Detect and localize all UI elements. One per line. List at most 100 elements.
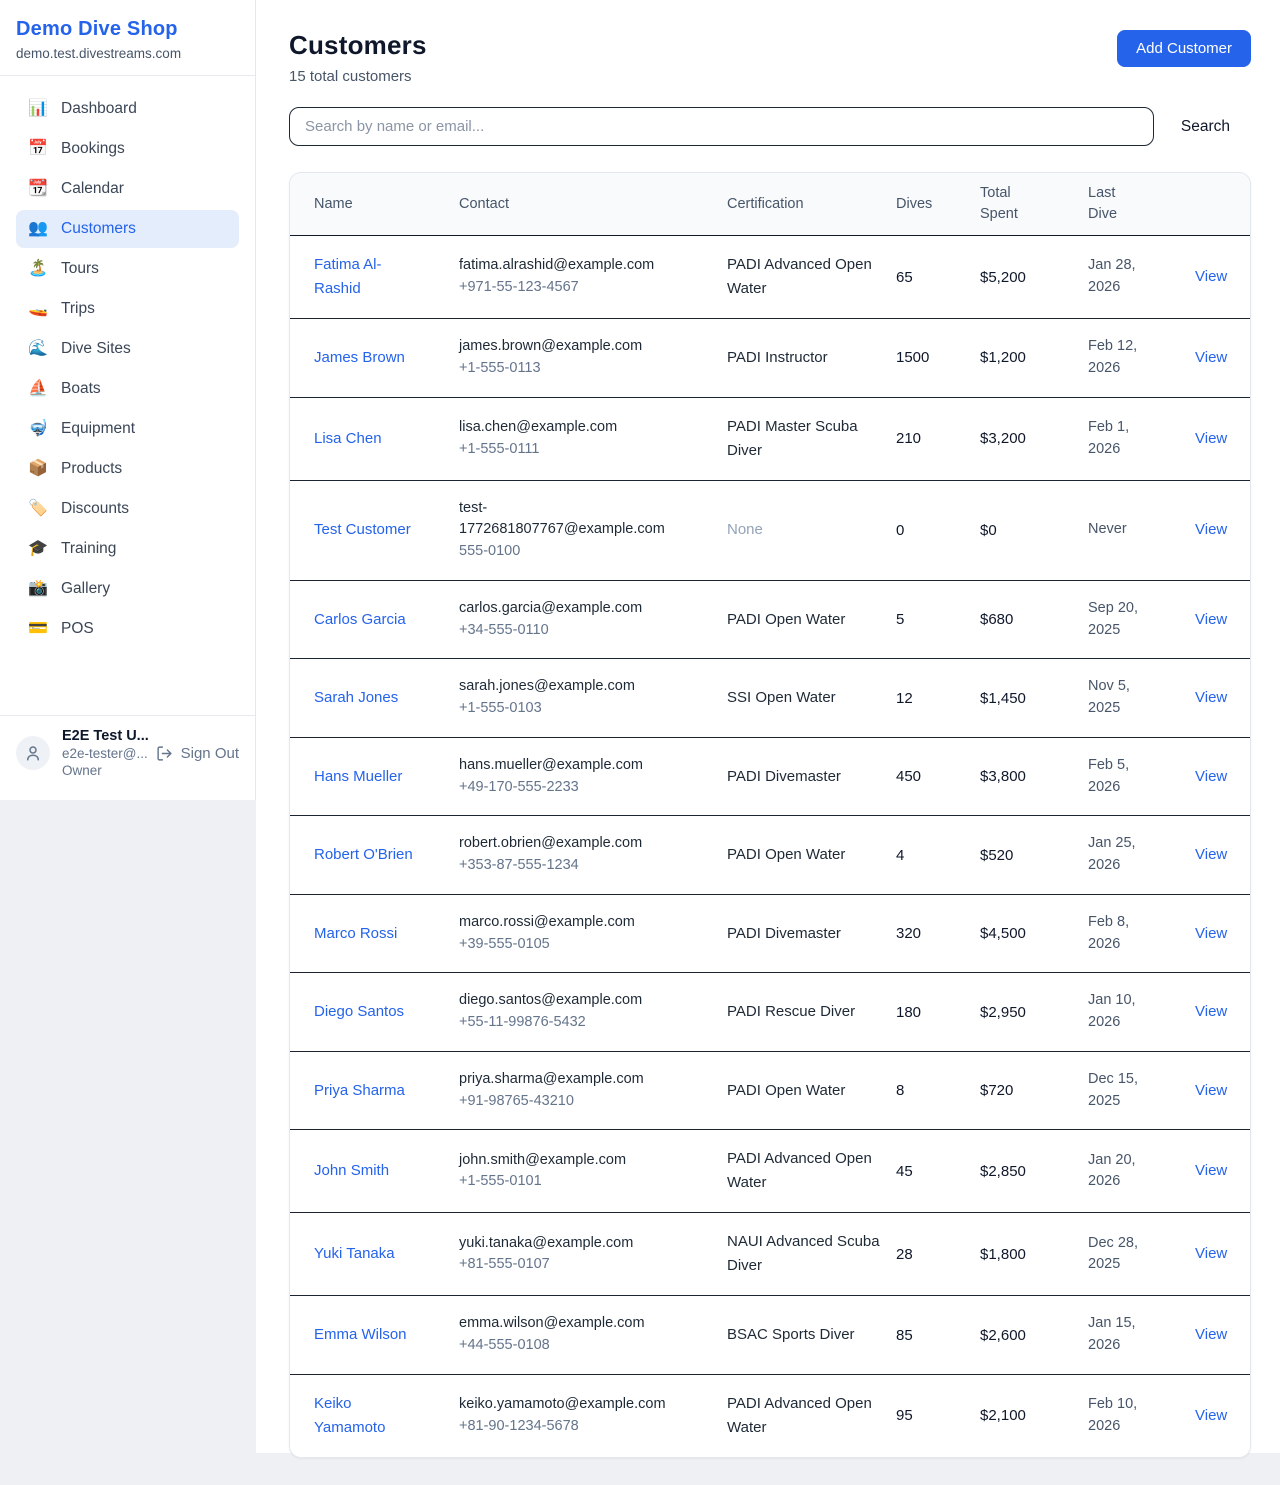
sidebar-item-discounts[interactable]: 🏷️Discounts [16, 490, 239, 528]
customer-contact-cell: marco.rossi@example.com+39-555-0105 [459, 895, 727, 973]
training-icon: 🎓 [28, 541, 48, 557]
customer-contact-cell: sarah.jones@example.com+1-555-0103 [459, 659, 727, 737]
customer-name-link[interactable]: Sarah Jones [314, 686, 398, 710]
view-link[interactable]: View [1195, 1245, 1227, 1262]
sidebar-item-customers[interactable]: 👥Customers [16, 210, 239, 248]
sidebar-item-label: Tours [61, 260, 99, 278]
customer-contact-cell: keiko.yamamoto@example.com+81-90-1234-56… [459, 1377, 727, 1455]
customer-name-cell: Robert O'Brien [314, 826, 459, 884]
customer-actions-cell: View [1195, 1390, 1226, 1442]
table-row: Marco Rossi marco.rossi@example.com+39-55… [290, 895, 1250, 974]
customer-last-dive: Nov 5, 2025 [1088, 659, 1195, 737]
view-link[interactable]: View [1195, 430, 1227, 447]
customer-name-cell: Emma Wilson [314, 1306, 459, 1364]
sidebar-item-gallery[interactable]: 📸Gallery [16, 570, 239, 608]
customer-name-link[interactable]: Yuki Tanaka [314, 1242, 395, 1266]
customer-name-link[interactable]: Fatima Al-Rashid [314, 253, 414, 301]
customer-email: james.brown@example.com [459, 336, 679, 358]
sidebar-item-label: Dive Sites [61, 340, 131, 358]
sidebar-item-label: Dashboard [61, 100, 137, 118]
sidebar-item-tours[interactable]: 🏝️Tours [16, 250, 239, 288]
customer-email: yuki.tanaka@example.com [459, 1233, 679, 1255]
customer-last-dive: Jan 28, 2026 [1088, 238, 1195, 316]
table-row: Fatima Al-Rashid fatima.alrashid@example.… [290, 236, 1250, 319]
customer-certification: PADI Divemaster [727, 905, 896, 963]
customer-total-spent: $2,850 [980, 1146, 1088, 1197]
customer-total-spent: $5,200 [980, 252, 1088, 303]
customer-phone: +39-555-0105 [459, 934, 679, 956]
customer-email: fatima.alrashid@example.com [459, 255, 679, 277]
view-link[interactable]: View [1195, 1162, 1227, 1179]
user-name: E2E Test U... [62, 728, 144, 744]
customer-phone: +44-555-0108 [459, 1335, 679, 1357]
customer-name-link[interactable]: Diego Santos [314, 1000, 404, 1024]
customer-dives: 45 [896, 1146, 980, 1197]
customer-contact-cell: test-1772681807767@example.com555-0100 [459, 481, 727, 580]
customer-name-link[interactable]: Keiko Yamamoto [314, 1392, 414, 1440]
customer-phone: +49-170-555-2233 [459, 777, 679, 799]
view-link[interactable]: View [1195, 846, 1227, 863]
customer-name-link[interactable]: James Brown [314, 346, 405, 370]
table-row: Test Customer test-1772681807767@example.… [290, 481, 1250, 581]
sidebar-item-trips[interactable]: 🚤Trips [16, 290, 239, 328]
customer-email: robert.obrien@example.com [459, 833, 679, 855]
sidebar-item-calendar[interactable]: 📆Calendar [16, 170, 239, 208]
customer-phone: +971-55-123-4567 [459, 277, 679, 299]
customer-phone: +34-555-0110 [459, 620, 679, 642]
view-link[interactable]: View [1195, 349, 1227, 366]
customer-name-link[interactable]: Test Customer [314, 518, 411, 542]
sidebar-item-equipment[interactable]: 🤿Equipment [16, 410, 239, 448]
view-link[interactable]: View [1195, 925, 1227, 942]
sidebar-item-bookings[interactable]: 📅Bookings [16, 130, 239, 168]
sidebar-item-dive-sites[interactable]: 🌊Dive Sites [16, 330, 239, 368]
customer-name-cell: Test Customer [314, 501, 459, 559]
customer-email: carlos.garcia@example.com [459, 598, 679, 620]
column-header-certification: Certification [727, 184, 896, 225]
brand: Demo Dive Shop demo.test.divestreams.com [0, 0, 255, 76]
customer-total-spent: $3,800 [980, 751, 1088, 802]
view-link[interactable]: View [1195, 768, 1227, 785]
search-input[interactable] [289, 107, 1154, 146]
customer-name-link[interactable]: Emma Wilson [314, 1323, 407, 1347]
sidebar-item-dashboard[interactable]: 📊Dashboard [16, 90, 239, 128]
customer-name-link[interactable]: Robert O'Brien [314, 843, 413, 867]
add-customer-button[interactable]: Add Customer [1117, 30, 1251, 67]
customers-icon: 👥 [28, 221, 48, 237]
customer-dives: 65 [896, 252, 980, 303]
view-link[interactable]: View [1195, 521, 1227, 538]
view-link[interactable]: View [1195, 1003, 1227, 1020]
sidebar-item-pos[interactable]: 💳POS [16, 610, 239, 648]
customer-name-link[interactable]: Lisa Chen [314, 427, 382, 451]
view-link[interactable]: View [1195, 1082, 1227, 1099]
table-header-row: Name Contact Certification Dives Total S… [290, 173, 1250, 236]
sidebar-item-label: Discounts [61, 500, 129, 518]
customer-actions-cell: View [1195, 251, 1226, 303]
customer-phone: +1-555-0113 [459, 358, 679, 380]
customer-last-dive: Feb 1, 2026 [1088, 400, 1195, 478]
view-link[interactable]: View [1195, 611, 1227, 628]
view-link[interactable]: View [1195, 268, 1227, 285]
view-link[interactable]: View [1195, 1407, 1227, 1424]
customer-name-link[interactable]: Hans Mueller [314, 765, 402, 789]
pos-icon: 💳 [28, 621, 48, 637]
customer-actions-cell: View [1195, 672, 1226, 724]
view-link[interactable]: View [1195, 689, 1227, 706]
customer-total-spent: $0 [980, 505, 1088, 556]
customer-certification: NAUI Advanced Scuba Diver [727, 1213, 896, 1295]
customer-last-dive: Feb 10, 2026 [1088, 1377, 1195, 1455]
sidebar-item-boats[interactable]: ⛵Boats [16, 370, 239, 408]
customer-email: keiko.yamamoto@example.com [459, 1394, 679, 1416]
customer-name-link[interactable]: Carlos Garcia [314, 608, 406, 632]
customer-name-link[interactable]: John Smith [314, 1159, 389, 1183]
customer-last-dive: Jan 20, 2026 [1088, 1133, 1195, 1211]
search-button[interactable]: Search [1181, 118, 1230, 136]
customer-name-link[interactable]: Priya Sharma [314, 1079, 405, 1103]
customer-actions-cell: View [1195, 986, 1226, 1038]
sidebar-item-training[interactable]: 🎓Training [16, 530, 239, 568]
sidebar-item-products[interactable]: 📦Products [16, 450, 239, 488]
sign-out-button[interactable]: Sign Out [156, 745, 239, 762]
view-link[interactable]: View [1195, 1326, 1227, 1343]
customer-name-link[interactable]: Marco Rossi [314, 922, 397, 946]
customer-last-dive: Sep 20, 2025 [1088, 581, 1195, 659]
customer-name-cell: John Smith [314, 1142, 459, 1200]
